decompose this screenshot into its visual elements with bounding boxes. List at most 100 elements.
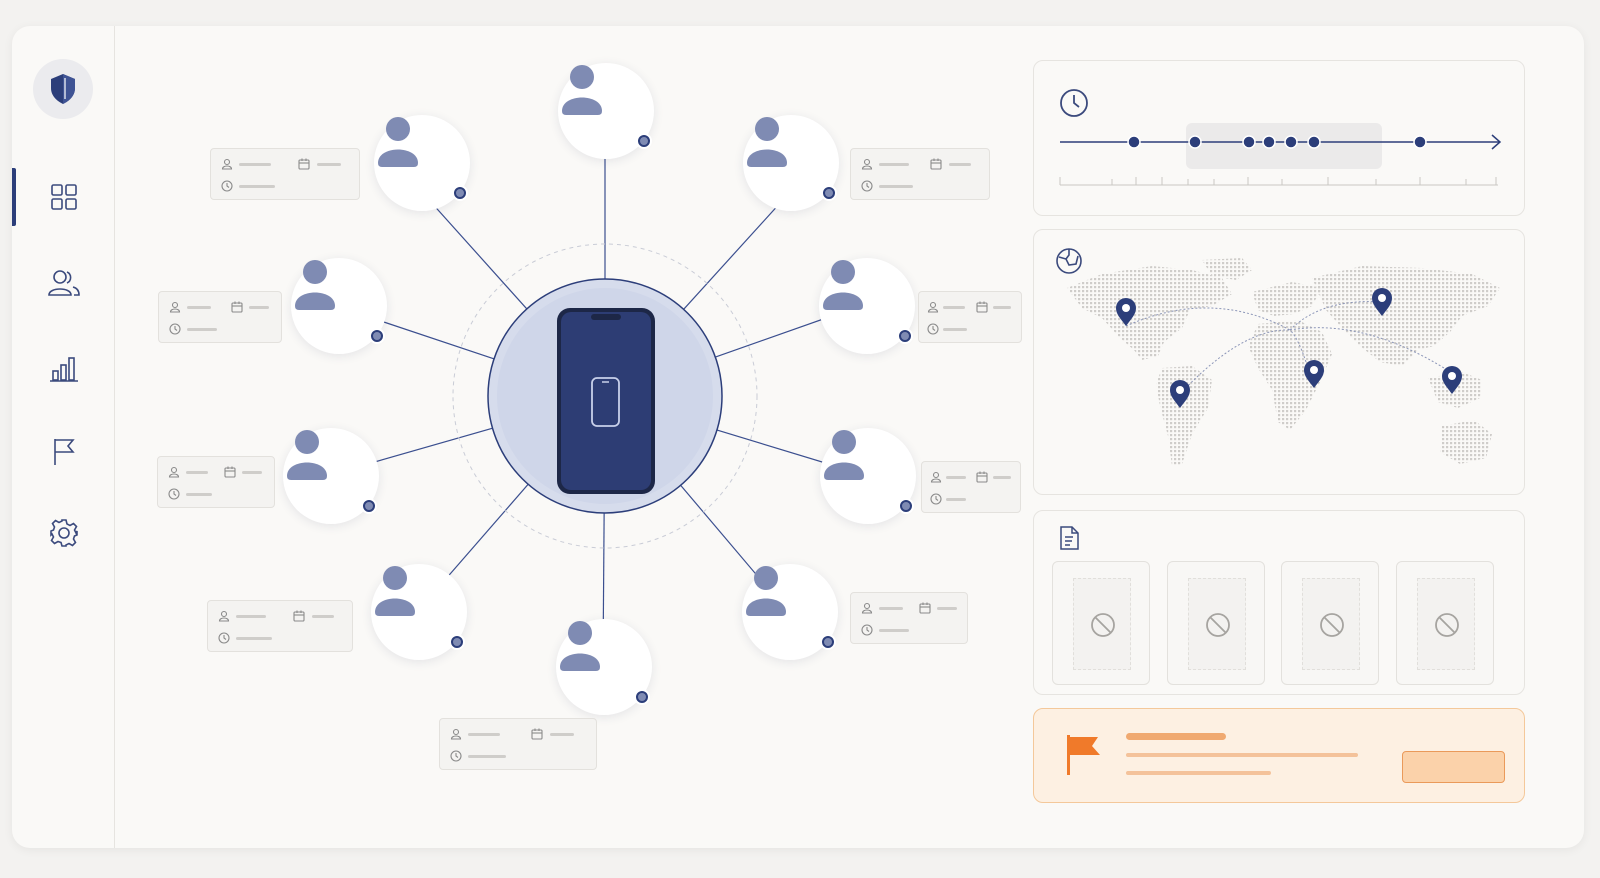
world-map[interactable]	[1062, 258, 1510, 490]
calendar-icon	[293, 610, 305, 622]
calendar-icon	[231, 301, 243, 313]
person-icon	[218, 610, 230, 622]
contact-node[interactable]	[283, 428, 379, 524]
document-icon	[1060, 526, 1079, 550]
calendar-icon	[976, 301, 988, 313]
ban-icon	[1320, 613, 1344, 637]
timeline-event	[1262, 135, 1276, 149]
timeline-event	[1242, 135, 1256, 149]
contact-node[interactable]	[374, 115, 470, 211]
person-icon	[747, 117, 787, 167]
timeline-event	[1188, 135, 1202, 149]
person-icon	[287, 430, 327, 480]
person-icon	[823, 260, 863, 310]
calendar-icon	[224, 466, 236, 478]
contact-node[interactable]	[743, 115, 839, 211]
ban-icon	[1206, 613, 1230, 637]
clock-icon	[1060, 89, 1088, 117]
timeline-track[interactable]	[1054, 121, 1510, 191]
ban-icon	[1435, 613, 1459, 637]
timeline-panel	[1033, 60, 1525, 216]
clock-icon	[218, 632, 230, 644]
person-icon	[295, 260, 335, 310]
clock-icon	[168, 488, 180, 500]
person-icon	[861, 602, 873, 614]
shield-icon	[51, 74, 75, 104]
bar-chart-icon	[49, 357, 78, 382]
person-icon	[562, 65, 602, 115]
contact-node[interactable]	[371, 564, 467, 660]
contact-info-card[interactable]	[439, 718, 597, 770]
dashboard-grid-icon	[50, 184, 77, 210]
nav-dashboard[interactable]	[12, 168, 115, 226]
calendar-icon	[298, 158, 310, 170]
person-icon	[824, 430, 864, 480]
timeline-event	[1307, 135, 1321, 149]
person-icon	[560, 621, 600, 671]
calendar-icon	[919, 602, 931, 614]
contact-node[interactable]	[820, 428, 916, 524]
contact-info-card[interactable]	[918, 291, 1022, 343]
contact-network-graph	[115, 26, 1035, 848]
ban-icon	[1091, 613, 1115, 637]
clock-icon	[169, 323, 181, 335]
nav-users[interactable]	[12, 254, 115, 312]
person-icon	[168, 466, 180, 478]
clock-icon	[861, 624, 873, 636]
timeline-event	[1413, 135, 1427, 149]
person-icon	[375, 566, 415, 616]
calendar-icon	[976, 471, 988, 483]
contact-node[interactable]	[556, 619, 652, 715]
gear-icon	[49, 519, 78, 547]
alert-text-placeholder	[1126, 753, 1358, 757]
timeline-event	[1284, 135, 1298, 149]
timeline-event	[1127, 135, 1141, 149]
evidence-panel	[1033, 510, 1525, 695]
contact-info-card[interactable]	[850, 592, 968, 644]
evidence-thumbnail[interactable]	[1281, 561, 1379, 685]
clock-icon	[930, 493, 942, 505]
app-window	[12, 26, 1584, 848]
contact-info-card[interactable]	[921, 461, 1021, 513]
clock-icon	[927, 323, 939, 335]
flag-icon	[53, 439, 75, 465]
sidebar	[12, 26, 115, 848]
nav-analytics[interactable]	[12, 339, 115, 397]
person-icon	[861, 158, 873, 170]
contact-node[interactable]	[819, 258, 915, 354]
alert-text-placeholder	[1126, 771, 1271, 775]
nav-settings[interactable]	[12, 504, 115, 562]
person-icon	[746, 566, 786, 616]
calendar-icon	[531, 728, 543, 740]
contact-node[interactable]	[558, 63, 654, 159]
calendar-icon	[930, 158, 942, 170]
alert-banner	[1033, 708, 1525, 803]
contact-info-card[interactable]	[207, 600, 353, 652]
evidence-thumbnail[interactable]	[1167, 561, 1265, 685]
person-icon	[930, 471, 942, 483]
world-map-panel	[1033, 229, 1525, 495]
person-icon	[221, 158, 233, 170]
evidence-thumbnail[interactable]	[1396, 561, 1494, 685]
evidence-thumbnail[interactable]	[1052, 561, 1150, 685]
contact-info-card[interactable]	[850, 148, 990, 200]
flag-icon	[1067, 735, 1100, 775]
contact-info-card[interactable]	[158, 291, 282, 343]
app-logo[interactable]	[33, 59, 93, 119]
person-icon	[450, 728, 462, 740]
clock-icon	[450, 750, 462, 762]
person-icon	[927, 301, 939, 313]
clock-icon	[221, 180, 233, 192]
alert-action-button[interactable]	[1402, 751, 1505, 783]
person-icon	[169, 301, 181, 313]
world-map-landmass	[1067, 258, 1500, 466]
nav-flags[interactable]	[12, 422, 115, 480]
users-icon	[47, 270, 80, 296]
contact-info-card[interactable]	[157, 456, 275, 508]
contact-node[interactable]	[291, 258, 387, 354]
contact-node[interactable]	[742, 564, 838, 660]
alert-title-placeholder	[1126, 733, 1226, 740]
person-icon	[378, 117, 418, 167]
contact-info-card[interactable]	[210, 148, 360, 200]
clock-icon	[861, 180, 873, 192]
